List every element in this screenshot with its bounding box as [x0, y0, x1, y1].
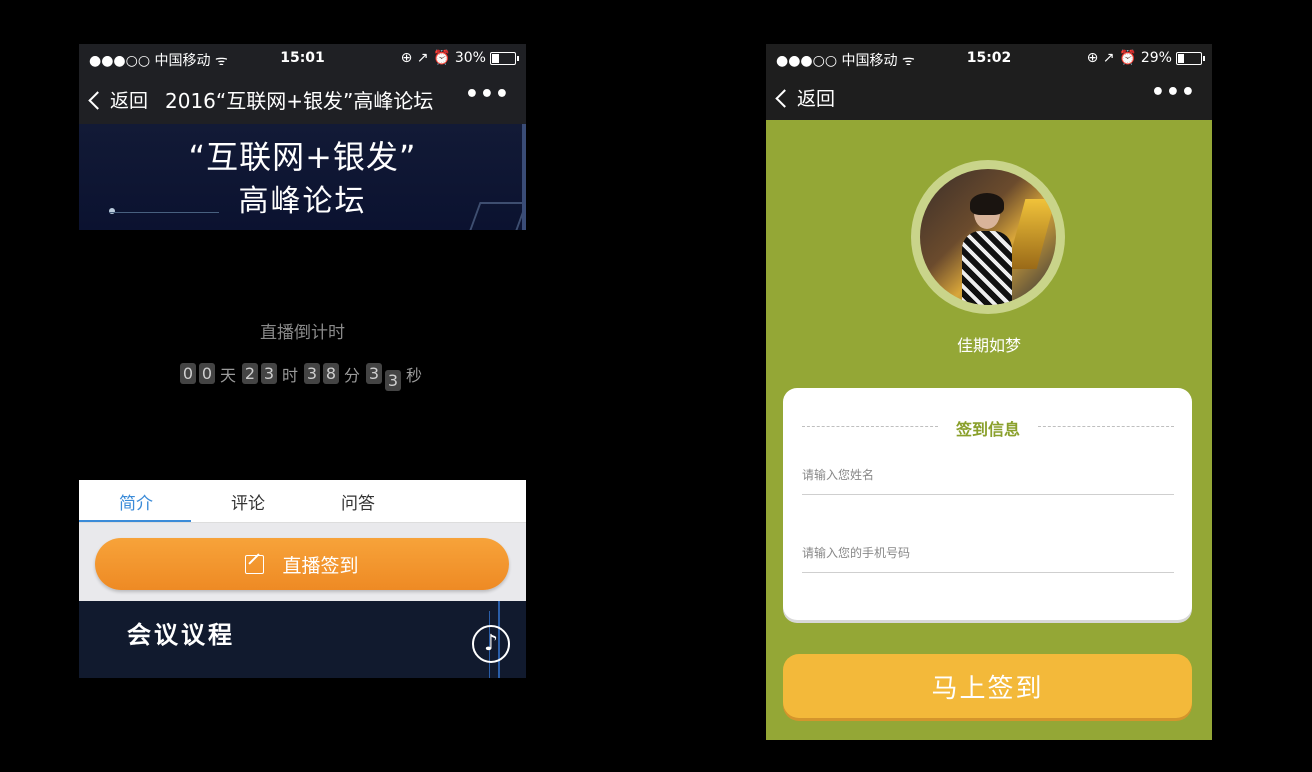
countdown-digit: 8	[323, 363, 339, 384]
back-button[interactable]: 返回	[775, 84, 836, 111]
countdown-timer: 0 0 天 2 3 时 3 8 分 3 3 秒	[79, 356, 526, 391]
left-phone-screen: ●●●○○ 中国移动 ᯤ 15:01 ⊕ ↗ ⏰ 30% 返回 2016“互联网…	[79, 44, 526, 678]
live-signin-button[interactable]: 直播签到	[95, 538, 509, 590]
banner-title-line2: 高峰论坛	[238, 184, 367, 219]
status-indicators: ⊕ ↗ ⏰ 30%	[400, 50, 519, 66]
phone-input[interactable]	[802, 546, 1174, 560]
decor-line	[109, 212, 219, 213]
phone-field-wrapper	[802, 542, 1174, 573]
right-phone-screen: ●●●○○ 中国移动 ᯤ 15:02 ⊕ ↗ ⏰ 29% 返回 ••• 佳期如梦…	[766, 44, 1212, 740]
signin-now-button[interactable]: 马上签到	[783, 654, 1192, 718]
avatar-hair	[970, 193, 1004, 215]
live-signin-label: 直播签到	[282, 554, 359, 577]
countdown-label: 直播倒计时	[260, 323, 345, 343]
carrier-signal: ●●●○○ 中国移动 ᯤ	[776, 53, 915, 69]
nav-bar: 返回 2016“互联网+银发”高峰论坛 •••	[79, 72, 526, 124]
status-time: 15:02	[966, 50, 1012, 66]
user-name: 佳期如梦	[956, 336, 1021, 355]
status-time: 15:01	[280, 50, 325, 66]
music-icon[interactable]: ♪	[472, 625, 510, 663]
countdown-digit: 3	[304, 363, 320, 384]
active-tab-indicator	[79, 520, 191, 522]
banner-title-line1: “互联网+银发”	[188, 138, 417, 176]
status-indicators-text: ⊕ ↗ ⏰ 29%	[1086, 50, 1172, 66]
divider	[1038, 426, 1174, 427]
countdown-unit-second: 秒	[406, 365, 423, 385]
form-header: 签到信息	[802, 416, 1174, 439]
status-indicators-text: ⊕ ↗ ⏰ 30%	[400, 50, 486, 66]
nav-bar: 返回 •••	[766, 72, 1212, 120]
avatar-background	[1006, 199, 1056, 269]
avatar-body	[962, 231, 1012, 305]
battery-icon	[1176, 51, 1205, 65]
tab-intro[interactable]: 简介	[119, 489, 153, 514]
battery-icon	[490, 51, 519, 65]
tab-comments[interactable]: 评论	[231, 489, 265, 514]
status-bar: ●●●○○ 中国移动 ᯤ 15:01 ⊕ ↗ ⏰ 30%	[79, 44, 526, 72]
name-input[interactable]	[802, 468, 1174, 482]
agenda-section: 会议议程 ♪	[79, 601, 526, 678]
countdown-digit: 0	[179, 363, 196, 384]
countdown-digit: 3	[260, 363, 277, 384]
status-bar: ●●●○○ 中国移动 ᯤ 15:02 ⊕ ↗ ⏰ 29%	[766, 44, 1212, 72]
countdown-unit-hour: 时	[281, 365, 298, 385]
back-label: 返回	[797, 88, 836, 110]
event-banner: “互联网+银发” 高峰论坛	[79, 124, 526, 230]
decor-dot	[109, 208, 115, 214]
name-field-wrapper	[802, 464, 1174, 495]
avatar	[911, 160, 1065, 314]
live-video-player[interactable]: 直播倒计时 0 0 天 2 3 时 3 8 分 3 3 秒	[79, 230, 526, 480]
more-icon[interactable]: •••	[1151, 80, 1196, 105]
edit-icon	[245, 554, 265, 574]
countdown-unit-day: 天	[219, 365, 236, 385]
countdown-unit-minute: 分	[344, 365, 361, 385]
avatar-person	[962, 193, 1012, 305]
countdown-digit: 0	[198, 363, 215, 384]
tab-bar: 简介 评论 问答	[79, 480, 526, 523]
scrollbar[interactable]	[522, 124, 526, 230]
carrier-signal: ●●●○○ 中国移动 ᯤ	[89, 53, 228, 69]
more-icon[interactable]: •••	[465, 82, 510, 107]
avatar-photo	[920, 169, 1056, 305]
chevron-left-icon	[775, 89, 794, 108]
countdown-digit: 3	[366, 363, 383, 384]
chevron-left-icon	[88, 91, 107, 110]
signin-form-card: 签到信息	[783, 388, 1192, 620]
back-label: 返回	[110, 90, 149, 112]
back-button[interactable]: 返回	[88, 86, 149, 113]
countdown-digit: 3	[385, 370, 402, 391]
form-title: 签到信息	[955, 420, 1020, 439]
status-indicators: ⊕ ↗ ⏰ 29%	[1086, 50, 1205, 66]
tab-qa[interactable]: 问答	[341, 489, 375, 514]
agenda-title: 会议议程	[127, 621, 235, 649]
countdown-digit: 2	[241, 363, 258, 384]
page-title: 2016“互联网+银发”高峰论坛	[165, 89, 434, 113]
